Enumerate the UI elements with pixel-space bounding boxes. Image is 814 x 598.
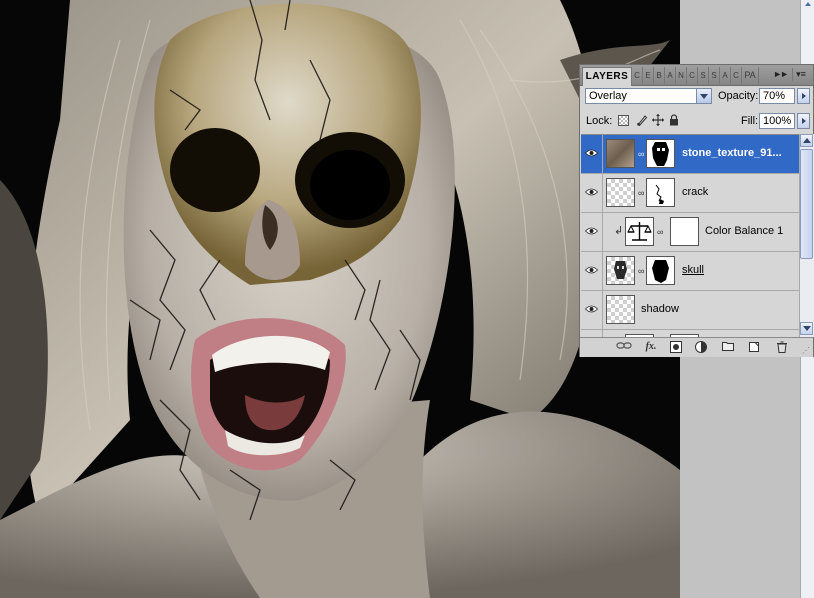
tab-a[interactable]: A xyxy=(720,67,731,84)
eye-icon[interactable] xyxy=(585,149,598,157)
layer-thumbnail-stone-texture[interactable] xyxy=(606,139,635,168)
layer-name[interactable]: shadow xyxy=(641,303,679,315)
lock-position-move-icon[interactable] xyxy=(652,114,664,126)
blend-mode-select[interactable]: Overlay xyxy=(585,88,712,104)
layer-row-partial[interactable] xyxy=(581,330,799,337)
document-canvas[interactable] xyxy=(0,0,680,598)
fill-slider-button[interactable] xyxy=(797,113,810,129)
adjustment-layer-icon[interactable] xyxy=(695,341,707,353)
chain-link-icon[interactable]: ∞ xyxy=(657,227,663,237)
visibility-toggle[interactable] xyxy=(581,174,603,212)
layer-row-skull[interactable]: ∞ skull xyxy=(581,252,799,291)
clipping-arrow-icon: ↲ xyxy=(614,225,624,237)
visibility-toggle[interactable] xyxy=(581,291,603,329)
tab-paths[interactable]: PA xyxy=(742,67,759,84)
lock-all-padlock-icon[interactable] xyxy=(668,114,680,126)
layers-list: ∞ stone_texture_91... ∞ crack ↲ ∞ Color … xyxy=(581,134,799,337)
layer-mask-thumbnail[interactable] xyxy=(646,139,675,168)
visibility-toggle[interactable] xyxy=(581,252,603,290)
layer-row-shadow[interactable]: shadow xyxy=(581,291,799,330)
fx-icon[interactable]: fx. xyxy=(642,341,660,353)
eye-icon[interactable] xyxy=(585,227,598,235)
eye-icon[interactable] xyxy=(585,305,598,313)
add-mask-icon[interactable] xyxy=(670,341,682,353)
layer-mask-thumbnail[interactable] xyxy=(646,178,675,207)
panel-menu-icon[interactable]: ▾≡ xyxy=(792,68,809,81)
new-layer-icon[interactable] xyxy=(748,341,760,353)
tab-e[interactable]: E xyxy=(643,67,654,84)
chevron-down-icon[interactable] xyxy=(696,89,711,103)
tab-channels[interactable]: C xyxy=(632,67,643,84)
eye-icon[interactable] xyxy=(585,266,598,274)
tab-navigator[interactable]: N xyxy=(676,67,687,84)
chain-link-icon[interactable]: ∞ xyxy=(638,266,644,276)
lock-pixels-brush-icon[interactable] xyxy=(636,114,648,127)
scroll-up-icon[interactable] xyxy=(800,134,813,147)
layer-thumbnail-crack[interactable] xyxy=(606,178,635,207)
layer-row-stone-texture[interactable]: ∞ stone_texture_91... xyxy=(581,135,799,174)
resize-grip-icon[interactable]: ⋰ xyxy=(802,346,812,356)
scroll-down-icon[interactable] xyxy=(800,322,813,335)
tab-actions[interactable]: A xyxy=(665,67,676,84)
chain-link-icon[interactable]: ∞ xyxy=(638,188,644,198)
opacity-field[interactable]: 70% xyxy=(759,88,795,104)
layer-name[interactable]: stone_texture_91... xyxy=(682,147,782,159)
new-group-icon[interactable] xyxy=(722,341,734,353)
scrollbar-thumb[interactable] xyxy=(800,149,813,259)
tab-brushes[interactable]: B xyxy=(654,67,665,84)
fill-label: Fill: xyxy=(741,115,759,127)
scroll-up-arrow-icon[interactable] xyxy=(805,2,811,6)
tab-styles[interactable]: S xyxy=(709,67,720,84)
blend-mode-value: Overlay xyxy=(589,90,627,102)
visibility-toggle[interactable] xyxy=(581,330,603,337)
chain-link-icon[interactable]: ∞ xyxy=(638,149,644,159)
layer-name[interactable]: Color Balance 1 xyxy=(705,225,783,237)
layer-thumbnail-skull[interactable] xyxy=(606,256,635,285)
eye-icon[interactable] xyxy=(585,188,598,196)
layer-mask-thumbnail[interactable] xyxy=(670,217,699,246)
lock-label: Lock: xyxy=(586,115,613,127)
fill-field[interactable]: 100% xyxy=(759,113,795,129)
opacity-slider-button[interactable] xyxy=(797,88,810,104)
tab-swatches[interactable]: S xyxy=(698,67,709,84)
layer-name[interactable]: skull xyxy=(682,264,704,276)
layers-scrollbar[interactable] xyxy=(799,134,814,337)
link-layers-icon[interactable] xyxy=(616,341,632,353)
photo-artwork xyxy=(0,0,680,598)
visibility-toggle[interactable] xyxy=(581,135,603,173)
layers-bottom-toolbar: fx. ⋰ xyxy=(580,337,813,357)
collapse-arrows-icon[interactable]: ►► xyxy=(773,69,789,79)
layer-name[interactable]: crack xyxy=(682,186,708,198)
layer-row-crack[interactable]: ∞ crack xyxy=(581,174,799,213)
layers-panel: LAYERS C E B A N C S S A C PA ►► ▾≡ Over… xyxy=(579,64,814,357)
tab-color[interactable]: C xyxy=(687,67,698,84)
layer-thumbnail-shadow[interactable] xyxy=(606,295,635,324)
lock-transparency-icon[interactable] xyxy=(618,115,629,126)
trash-icon[interactable] xyxy=(776,341,788,353)
opacity-label: Opacity: xyxy=(718,90,759,102)
visibility-toggle[interactable] xyxy=(581,213,603,251)
layer-row-color-balance[interactable]: ↲ ∞ Color Balance 1 xyxy=(581,213,799,252)
tab-character[interactable]: C xyxy=(731,67,742,84)
tab-layers[interactable]: LAYERS xyxy=(582,67,632,86)
layer-mask-thumbnail[interactable] xyxy=(646,256,675,285)
panel-tab-bar: LAYERS C E B A N C S S A C PA ►► ▾≡ xyxy=(580,65,813,86)
adjustment-balance-icon[interactable] xyxy=(625,217,654,246)
